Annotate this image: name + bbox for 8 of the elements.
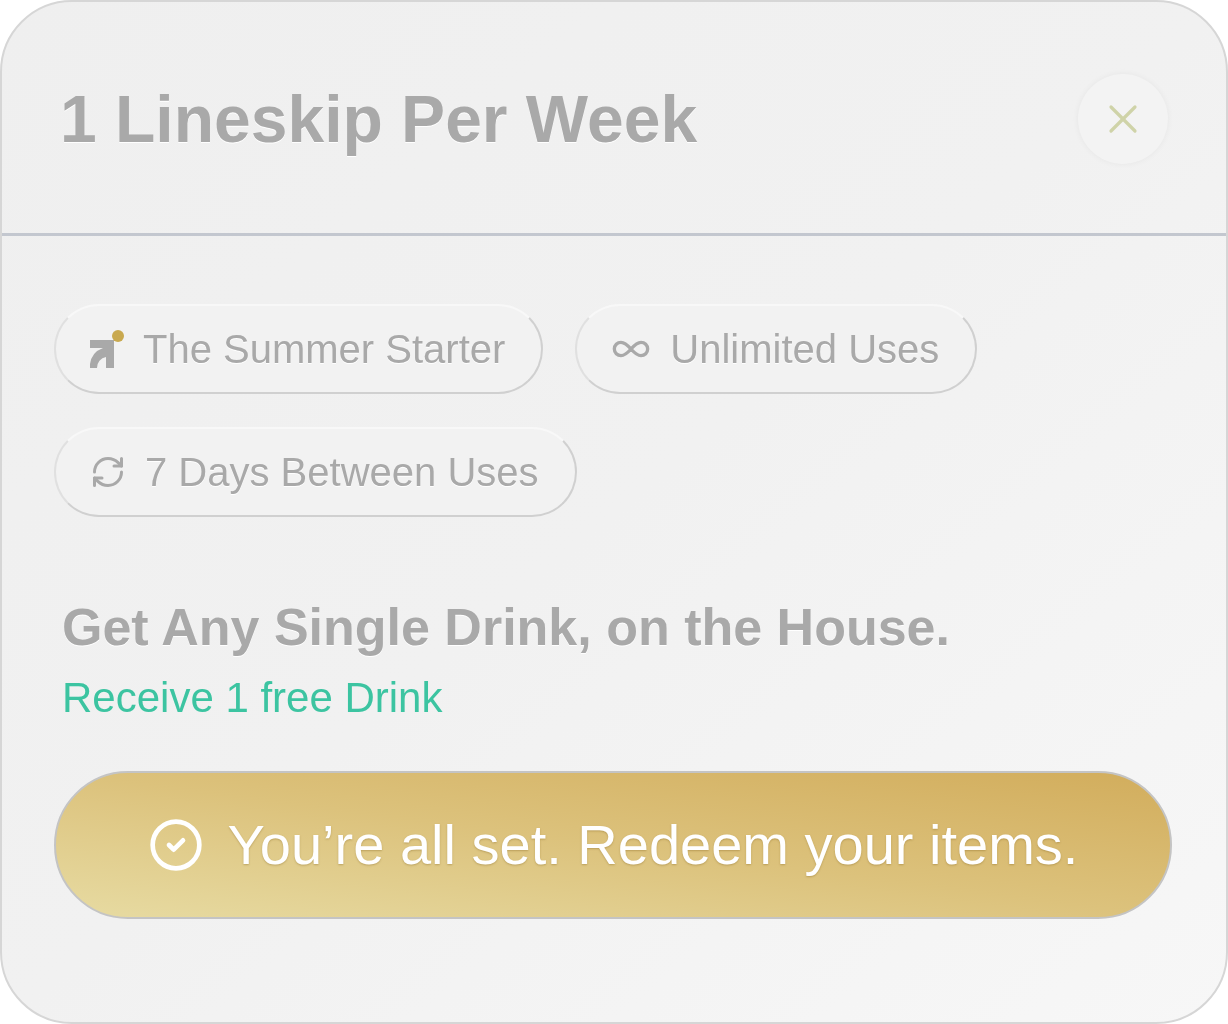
tag-label: The Summer Starter xyxy=(143,329,506,369)
tag-label: 7 Days Between Uses xyxy=(145,452,539,492)
tag-label: Unlimited Uses xyxy=(670,329,940,369)
redeem-button[interactable]: You’re all set. Redeem your items. xyxy=(54,771,1172,919)
offer-detail: Receive 1 free Drink xyxy=(61,677,443,719)
check-circle-icon xyxy=(147,817,204,873)
logo-icon xyxy=(90,330,124,368)
refresh-icon xyxy=(90,454,126,490)
